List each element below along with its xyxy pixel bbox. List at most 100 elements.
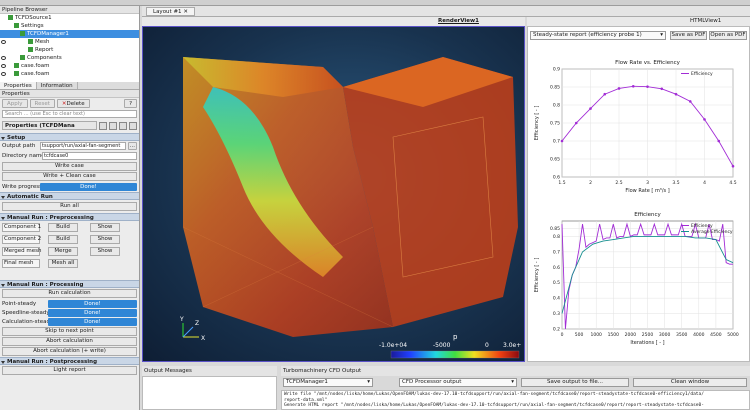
x-axis-label: Flow Rate [ m³/s ]: [625, 188, 669, 194]
report-select[interactable]: Steady-state report (efficiency probe 1)…: [530, 31, 666, 40]
eye-icon[interactable]: [1, 56, 6, 60]
restore-icon[interactable]: [119, 121, 127, 130]
efficiency-iterations-chart: Efficiency 0 500 1000 1500 2000 2500 3000 3500 40…: [534, 212, 739, 346]
write-progress-row: Write progress Done!: [0, 182, 139, 192]
tree-item-tcfdsource[interactable]: TCFDSource1: [0, 14, 139, 22]
tree-item-case-foam-1[interactable]: case.foam: [0, 62, 139, 70]
section-setup[interactable]: Setup: [0, 133, 139, 141]
gear-icon[interactable]: [129, 121, 137, 130]
output-source-select[interactable]: CFD Processor output ▾: [399, 378, 517, 387]
save-pdf-button[interactable]: Save as PDF: [670, 31, 707, 40]
y-tick-label: 0.6: [553, 265, 560, 271]
final-mesh-row: Final mesh Mesh all: [0, 257, 139, 269]
abort-calculation-button[interactable]: Abort calculation: [2, 337, 137, 346]
colorbar-variable: p: [453, 333, 458, 341]
reader-icon: [14, 62, 19, 68]
tab-properties[interactable]: Properties: [0, 82, 37, 89]
write-clean-case-button[interactable]: Write + Clean case: [2, 172, 137, 181]
render-view[interactable]: X Y Z p -1.0e+04 -5000 0 3.0e+: [142, 26, 525, 362]
y-tick-label: 0.85: [550, 226, 560, 232]
build-component-2-button[interactable]: Build: [48, 234, 78, 244]
filter-icon: [28, 38, 33, 44]
data-point: [617, 87, 621, 90]
section-processing[interactable]: Manual Run : Processing: [0, 280, 139, 288]
x-tick-label: 3000: [659, 332, 671, 338]
apply-button[interactable]: Apply: [2, 99, 28, 108]
section-preprocessing[interactable]: Manual Run : Preprocessing: [0, 213, 139, 221]
save-output-button[interactable]: Save output to file...: [521, 378, 629, 387]
mesh-all-button[interactable]: Mesh all: [48, 258, 78, 268]
show-merged-mesh-button[interactable]: Show: [90, 246, 120, 256]
x-tick-label: 5000: [727, 332, 739, 338]
x-tick-label: 3500: [676, 332, 688, 338]
skip-next-point-button[interactable]: Skip to next point: [2, 327, 137, 336]
colorbar: [390, 350, 520, 359]
properties-search-input[interactable]: Search ... (use Esc to clear text): [2, 110, 137, 118]
y-tick-label: 0.6: [553, 175, 560, 181]
abort-calculation-write-button[interactable]: Abort calculation (+ write): [2, 347, 137, 356]
tab-information[interactable]: Information: [37, 82, 78, 89]
y-tick-label: 0.75: [550, 121, 560, 127]
left-panel: Pipeline Browser TCFDSource1 Settings TC…: [0, 6, 140, 410]
browse-button[interactable]: ...: [127, 142, 137, 150]
show-component-2-button[interactable]: Show: [90, 234, 120, 244]
open-pdf-button[interactable]: Open as PDF: [709, 31, 747, 40]
help-button[interactable]: ?: [124, 99, 137, 108]
calculation-steady-row: Calculation-steady Done!: [0, 317, 139, 326]
y-tick-label: 0.65: [550, 157, 560, 163]
reset-button[interactable]: Reset: [29, 99, 55, 108]
speedline-steady-progress: Done!: [48, 308, 137, 317]
data-point: [603, 92, 607, 96]
y-tick-label: 0.8: [553, 103, 560, 109]
eye-icon[interactable]: [1, 64, 6, 68]
y-tick-label: 0.4: [553, 296, 560, 302]
section-postprocessing[interactable]: Manual Run : Postprocessing: [0, 357, 139, 365]
section-automatic-run[interactable]: Automatic Run: [0, 192, 139, 200]
tree-item-components[interactable]: Components: [0, 54, 139, 62]
manager-select[interactable]: TCFDManager1 ▾: [283, 378, 373, 387]
data-point: [688, 100, 692, 103]
run-all-button[interactable]: Run all: [2, 202, 137, 211]
tree-item-settings[interactable]: Settings: [0, 22, 139, 30]
component-2-row: Component 2 Build Show: [0, 233, 139, 245]
output-messages-pane: [142, 376, 277, 410]
tab-layout-1[interactable]: Layout #1 ✕: [146, 7, 195, 16]
render-view-title: RenderView1: [438, 18, 479, 24]
fan-segment-render: X Y Z p -1.0e+04 -5000 0 3.0e+: [179, 57, 521, 359]
speedline-steady-row: Speedline-steady Done!: [0, 308, 139, 317]
point-steady-row: Point-steady Done!: [0, 299, 139, 308]
paste-icon[interactable]: [109, 121, 117, 130]
x-tick-label: 2: [589, 180, 592, 186]
copy-icon[interactable]: [99, 121, 107, 130]
delete-button[interactable]: ✕Delete: [56, 99, 90, 108]
eye-icon[interactable]: [1, 40, 6, 44]
svg-text:Y: Y: [179, 316, 184, 323]
colorbar-tick-3: 3.0e+: [503, 342, 521, 349]
y-tick-label: 0.5: [553, 280, 560, 286]
directory-name-field[interactable]: tcfdcase0: [42, 152, 137, 160]
x-tick-label: 4.5: [729, 180, 736, 186]
properties-buttons: Apply Reset ✕Delete ?: [0, 98, 139, 109]
x-tick-label: 0: [561, 332, 564, 338]
y-tick-label: 0.7: [553, 249, 560, 255]
x-tick-label: 4: [703, 180, 706, 186]
tree-item-case-foam-2[interactable]: case.foam: [0, 70, 139, 78]
tree-item-report[interactable]: Report: [0, 46, 139, 54]
show-component-1-button[interactable]: Show: [90, 222, 120, 232]
x-tick-label: 2500: [642, 332, 654, 338]
merge-button[interactable]: Merge: [48, 246, 78, 256]
chevron-down-icon: ▾: [511, 379, 514, 385]
run-calculation-button[interactable]: Run calculation: [2, 289, 137, 298]
filter-icon: [20, 54, 25, 60]
tree-item-mesh[interactable]: Mesh: [0, 38, 139, 46]
output-path-field[interactable]: tsupport/run/axial-fan-segment: [40, 142, 126, 150]
close-icon[interactable]: ✕: [183, 9, 188, 15]
build-component-1-button[interactable]: Build: [48, 222, 78, 232]
y-tick-label: 0.85: [550, 85, 560, 91]
clean-window-button[interactable]: Clean window: [633, 378, 747, 387]
light-report-button[interactable]: Light report: [2, 366, 137, 375]
write-case-button[interactable]: Write case: [2, 162, 137, 171]
eye-icon[interactable]: [1, 72, 6, 76]
tree-item-tcfdmanager[interactable]: TCFDManager1: [0, 30, 139, 38]
